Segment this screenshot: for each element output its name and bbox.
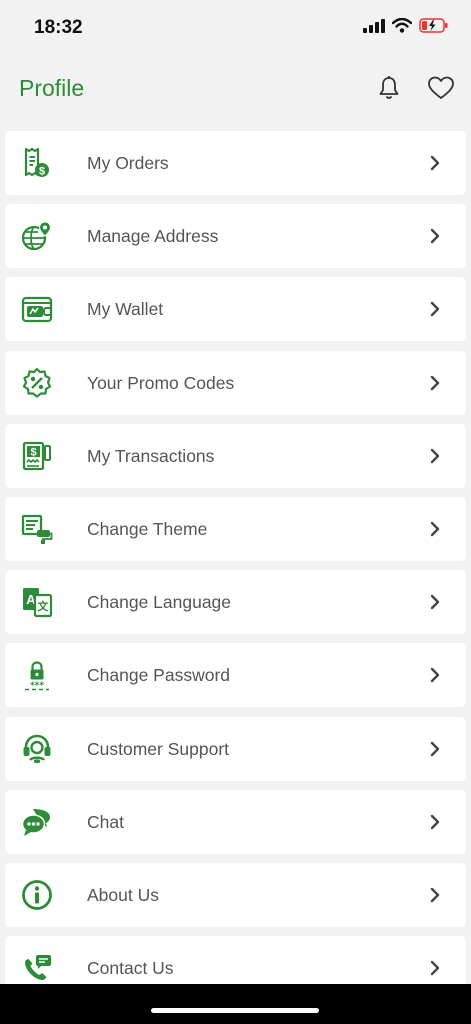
menu-item-label: Your Promo Codes (87, 372, 235, 393)
info-icon (21, 879, 53, 911)
menu-item-label: Chat (87, 811, 124, 832)
header: Profile (0, 56, 471, 128)
svg-text:$: $ (39, 166, 45, 178)
chevron-right-icon (430, 155, 440, 171)
menu-item-label: Customer Support (87, 738, 230, 759)
svg-text:文: 文 (38, 599, 50, 613)
chevron-right-icon (430, 302, 440, 317)
paint-roller-icon (21, 513, 53, 545)
status-icons (363, 18, 449, 33)
headset-icon (21, 733, 53, 765)
menu-item-my-transactions[interactable]: $ My Transactions (5, 423, 466, 488)
menu-item-label: Contact Us (87, 958, 174, 979)
heart-icon (428, 76, 454, 99)
menu-item-about-us[interactable]: About Us (5, 862, 466, 927)
percent-badge-icon (21, 367, 53, 399)
menu-item-change-theme[interactable]: Change Theme (5, 496, 466, 561)
bell-icon (379, 76, 399, 99)
menu-item-change-password[interactable]: *** Change Password (5, 643, 466, 708)
bottom-system-bar (0, 984, 471, 1024)
translate-icon: A 文 (21, 586, 53, 618)
chevron-right-icon (430, 960, 440, 976)
profile-menu: $ My Orders Manage Address My Wallet You… (5, 131, 466, 1009)
receipt-dollar-icon: $ (21, 147, 53, 179)
chevron-right-icon (430, 448, 440, 463)
menu-item-customer-support[interactable]: Customer Support (5, 716, 466, 781)
chevron-right-icon (430, 668, 440, 683)
page-title: Profile (19, 75, 85, 101)
status-bar: 18:32 (0, 0, 471, 56)
menu-item-my-wallet[interactable]: My Wallet (5, 277, 466, 342)
menu-item-chat[interactable]: Chat (5, 789, 466, 854)
menu-item-label: My Orders (87, 153, 169, 173)
signal-icon (363, 18, 385, 33)
menu-item-label: Change Theme (87, 518, 208, 539)
home-indicator[interactable] (151, 1008, 319, 1013)
chevron-right-icon (430, 375, 440, 390)
chevron-right-icon (430, 814, 440, 829)
wallet-icon (21, 293, 53, 325)
favorites-button[interactable] (425, 72, 457, 104)
wifi-icon (392, 18, 412, 33)
chevron-right-icon (430, 887, 440, 903)
menu-item-label: My Wallet (87, 299, 164, 320)
menu-item-label: Change Password (87, 665, 230, 686)
status-time: 18:32 (34, 17, 83, 38)
menu-item-label: Change Language (87, 592, 232, 613)
menu-item-label: Manage Address (87, 226, 219, 247)
menu-item-label: My Transactions (87, 445, 215, 466)
svg-text:$: $ (30, 446, 36, 458)
chevron-right-icon (430, 228, 440, 244)
phone-message-icon (21, 952, 53, 984)
menu-item-label: About Us (87, 884, 159, 905)
notifications-button[interactable] (373, 72, 405, 104)
lock-password-icon: *** (21, 659, 53, 691)
menu-item-manage-address[interactable]: Manage Address (5, 204, 466, 269)
menu-item-my-orders[interactable]: $ My Orders (5, 131, 466, 195)
menu-item-promo-codes[interactable]: Your Promo Codes (5, 350, 466, 415)
battery-low-charging-icon (419, 18, 448, 33)
chevron-right-icon (430, 594, 440, 610)
chevron-right-icon (430, 521, 440, 537)
menu-item-change-language[interactable]: A 文 Change Language (5, 570, 466, 635)
globe-pin-icon (21, 220, 53, 252)
chat-bubbles-icon (21, 806, 53, 838)
chevron-right-icon (430, 741, 440, 756)
transaction-receipt-icon: $ (21, 440, 53, 472)
